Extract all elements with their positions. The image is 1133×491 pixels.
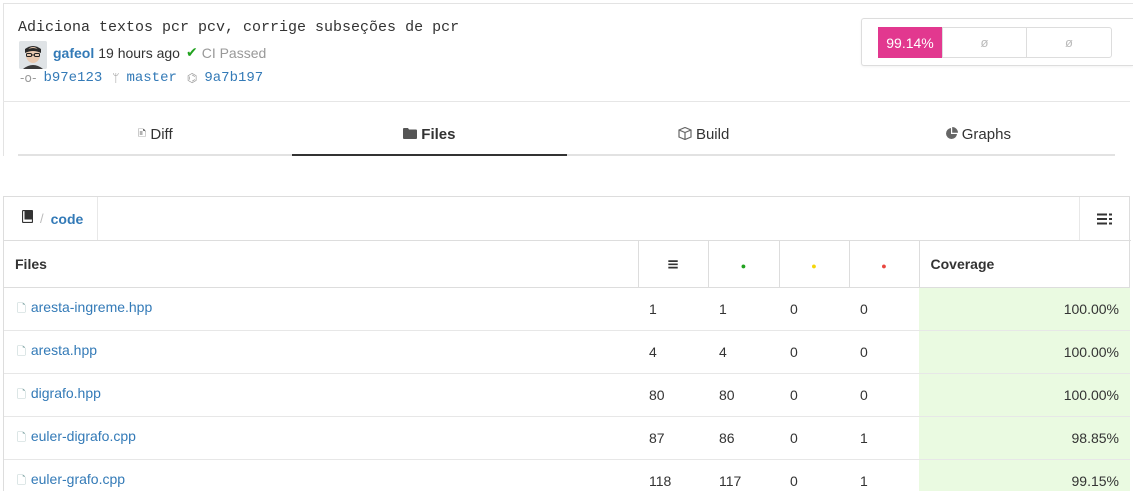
commit-sha-link[interactable]: b97e123 (43, 70, 102, 86)
ci-status[interactable]: CI Passed (202, 45, 267, 61)
partials-cell: 0 (779, 416, 849, 460)
lines-cell: 1 (638, 287, 708, 331)
check-icon: ✔ (185, 44, 198, 60)
file-cell: 🗋 aresta-ingreme.hpp (4, 287, 638, 331)
file-cell: 🗋 euler-grafo.cpp (4, 459, 638, 491)
coverage-badge: 99.14% ø ø (861, 18, 1133, 66)
file-link[interactable]: aresta.hpp (31, 342, 97, 358)
lines-icon: ≡ (666, 254, 680, 273)
file-link[interactable]: euler-grafo.cpp (31, 471, 125, 487)
file-icon: 🗋 (17, 301, 26, 315)
author-link[interactable]: gafeol (53, 45, 94, 61)
pie-chart-icon (945, 126, 958, 143)
file-cell: 🗋 euler-digrafo.cpp (4, 416, 638, 460)
coverage-cell: 99.15% (919, 459, 1130, 491)
misses-cell: 1 (849, 416, 919, 460)
col-hits[interactable]: ● (707, 241, 779, 288)
table-row: 🗋 digrafo.hpp 80 80 0 0 100.00% (4, 373, 1130, 417)
breadcrumb: / code (4, 197, 99, 240)
hit-dot-icon: ● (740, 260, 747, 271)
table-header: Files ≡ ● ● ● Coverage (4, 241, 1130, 288)
partials-cell: 0 (779, 459, 849, 491)
misses-cell: 0 (849, 330, 919, 374)
hits-cell: 4 (708, 330, 779, 374)
hits-cell: 117 (708, 459, 779, 491)
tab-diff[interactable]: 🗈 Diff (18, 115, 292, 154)
partials-cell: 0 (779, 373, 849, 417)
commit-message: Adiciona textos pcr pcv, corrige subseçõ… (18, 19, 460, 36)
col-misses[interactable]: ● (848, 241, 919, 288)
table-row: 🗋 aresta-ingreme.hpp 1 1 0 0 100.00% (4, 287, 1130, 331)
tab-label: Build (695, 126, 730, 143)
parent-commit-icon: ⌬ (186, 71, 198, 85)
file-icon: 🗋 (17, 430, 26, 444)
col-lines[interactable]: ≡ (637, 241, 708, 288)
files-table: Files ≡ ● ● ● Coverage 🗋 aresta-ingreme.h… (4, 241, 1130, 491)
lines-cell: 80 (638, 373, 708, 417)
parent-sha-link[interactable]: 9a7b197 (204, 70, 263, 86)
package-icon (678, 126, 692, 143)
lines-cell: 118 (638, 459, 708, 491)
misses-cell: 0 (849, 373, 919, 417)
file-link[interactable]: aresta-ingreme.hpp (31, 299, 152, 315)
breadcrumb-separator: / (40, 211, 44, 226)
tab-label: Files (421, 126, 456, 143)
list-view-toggle[interactable] (1079, 197, 1129, 240)
coverage-value: 99.14% (878, 27, 942, 58)
tab-graphs[interactable]: Graphs (841, 115, 1115, 154)
lines-cell: 87 (638, 416, 708, 460)
folder-icon (403, 127, 418, 142)
table-row: 🗋 euler-grafo.cpp 118 117 0 1 99.15% (4, 459, 1130, 491)
hits-cell: 86 (708, 416, 779, 460)
coverage-diff: ø (1026, 27, 1112, 58)
col-files[interactable]: Files (4, 241, 638, 288)
coverage-cell: 100.00% (919, 373, 1130, 417)
col-coverage[interactable]: Coverage (918, 241, 1130, 288)
list-view-icon (1097, 213, 1112, 224)
file-cell: 🗋 aresta.hpp (4, 330, 638, 374)
misses-cell: 1 (849, 459, 919, 491)
files-panel: / code Files ≡ ● ● ● Coverage 🗋aresta-i (3, 196, 1131, 491)
repo-book-icon[interactable] (21, 209, 34, 227)
file-cell: 🗋 digrafo.hpp (4, 373, 638, 417)
coverage-cell: 100.00% (919, 330, 1130, 374)
coverage-cell: 98.85% (919, 416, 1130, 460)
file-icon: 🗋 (17, 387, 26, 401)
commit-refs: -o- b97e123 ᛘ master ⌬ 9a7b197 (20, 70, 273, 86)
avatar[interactable] (19, 41, 47, 69)
tab-build[interactable]: Build (567, 115, 841, 154)
file-link[interactable]: euler-digrafo.cpp (31, 428, 136, 444)
coverage-change: ø (942, 27, 1027, 58)
file-icon: 🗋 (17, 344, 26, 358)
hits-cell: 1 (708, 287, 779, 331)
file-diff-icon: 🗈 (137, 126, 147, 140)
divider (3, 101, 1130, 102)
tab-label: Graphs (961, 126, 1011, 143)
commit-icon: -o- (20, 71, 37, 85)
tab-files[interactable]: Files (292, 115, 567, 156)
partials-cell: 0 (779, 330, 849, 374)
misses-cell: 0 (849, 287, 919, 331)
lines-cell: 4 (638, 330, 708, 374)
miss-dot-icon: ● (881, 260, 887, 271)
branch-icon: ᛘ (112, 71, 120, 85)
file-link[interactable]: digrafo.hpp (31, 385, 101, 401)
coverage-cell: 100.00% (919, 287, 1130, 331)
file-icon: 🗋 (17, 473, 26, 487)
table-row: 🗋 euler-digrafo.cpp 87 86 0 1 98.85% (4, 416, 1130, 460)
partials-cell: 0 (779, 287, 849, 331)
branch-link[interactable]: master (126, 70, 176, 86)
hits-cell: 80 (708, 373, 779, 417)
table-row: 🗋 aresta.hpp 4 4 0 0 100.00% (4, 330, 1130, 374)
avatar-image (19, 41, 47, 69)
commit-time: 19 hours ago (98, 44, 180, 61)
commit-tabs: 🗈 Diff Files Build Graphs (18, 115, 1115, 156)
partial-dot-icon: ● (811, 260, 817, 271)
tab-label: Diff (150, 126, 173, 143)
breadcrumb-current[interactable]: code (51, 211, 84, 227)
col-partials[interactable]: ● (778, 241, 849, 288)
commit-meta: gafeol 19 hours ago ✔ CI Passed (53, 44, 266, 61)
